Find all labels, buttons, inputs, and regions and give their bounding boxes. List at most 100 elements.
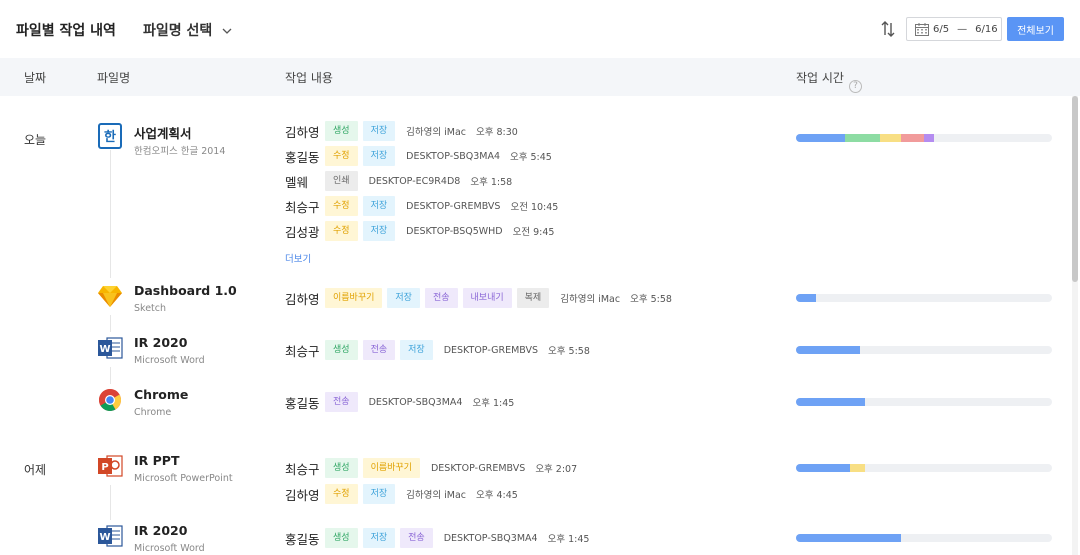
- action-tag: 저장: [362, 121, 396, 141]
- col-time-label: 작업 시간: [796, 71, 844, 85]
- timeline-line: [110, 367, 111, 384]
- activity-row: 멜웨 인쇄 DESKTOP-EC9R4D8 오후 1:58: [285, 171, 512, 191]
- activity-time: 오후 2:07: [535, 464, 578, 475]
- file-app: Microsoft PowerPoint: [134, 473, 233, 484]
- scrollbar-thumb[interactable]: [1072, 96, 1078, 282]
- user-name: 홍길동: [285, 149, 320, 165]
- device-name: DESKTOP-BSQ5WHD: [406, 225, 503, 237]
- action-tag: 전송: [362, 340, 396, 360]
- file-select-dropdown[interactable]: 파일명 선택: [143, 20, 232, 40]
- work-time-segment: [900, 134, 924, 142]
- activity-row: 홍길동 수정 저장 DESKTOP-SBQ3MA4 오후 5:45: [285, 146, 552, 166]
- work-time-bar: [796, 398, 1052, 406]
- timeline-line: [110, 315, 111, 332]
- user-name: 김하영: [285, 291, 320, 307]
- action-tag: 전송: [424, 288, 458, 308]
- user-name: 김하영: [285, 487, 320, 503]
- file-name[interactable]: Dashboard 1.0: [134, 283, 237, 298]
- activity-row: 김성광 수정 저장 DESKTOP-BSQ5WHD 오전 9:45: [285, 221, 554, 241]
- work-time-segment: [796, 534, 901, 542]
- action-tag: 생성: [325, 458, 358, 478]
- action-tag: 수정: [325, 484, 358, 504]
- action-tag: 생성: [325, 528, 358, 548]
- work-time-bar: [796, 534, 1052, 542]
- day-label: 오늘: [24, 133, 47, 147]
- work-time-segment: [849, 464, 866, 472]
- user-name: 김하영: [285, 124, 320, 140]
- page-title: 파일별 작업 내역: [16, 23, 116, 39]
- action-tag: 이름바꾸기: [325, 288, 383, 308]
- view-all-button[interactable]: 전체보기: [1007, 17, 1064, 41]
- user-name: 김성광: [285, 224, 320, 240]
- action-tag: 저장: [400, 340, 433, 360]
- activity-time: 오후 4:45: [476, 490, 518, 501]
- file-name[interactable]: Chrome: [134, 387, 188, 402]
- device-name: 김하영의 iMac: [560, 294, 621, 305]
- file-select-label: 파일명 선택: [143, 23, 213, 39]
- file-name[interactable]: IR PPT: [134, 453, 179, 468]
- action-tag: 인쇄: [325, 171, 358, 191]
- file-app: Microsoft Word: [134, 543, 205, 554]
- sketch-icon: [97, 283, 123, 309]
- activity-time: 오전 9:45: [512, 227, 555, 238]
- more-link[interactable]: 더보기: [285, 251, 311, 265]
- file-app: 한컴오피스 한글 2014: [134, 146, 226, 157]
- device-name: DESKTOP-SBQ3MA4: [368, 396, 463, 408]
- file-app: Sketch: [134, 303, 167, 314]
- device-name: DESKTOP-EC9R4D8: [368, 175, 461, 187]
- help-icon[interactable]: ?: [848, 80, 862, 93]
- activity-row: 김하영 생성 저장 김하영의 iMac 오후 8:30: [285, 121, 518, 141]
- calendar-icon: [915, 22, 929, 36]
- date-range-picker[interactable]: 6/5 — 6/16: [906, 17, 1002, 41]
- col-time: 작업 시간?: [796, 69, 862, 93]
- work-time-bar: [796, 464, 1052, 472]
- device-name: DESKTOP-SBQ3MA4: [406, 150, 501, 162]
- work-time-bar: [796, 294, 1052, 302]
- work-time-segment: [844, 134, 881, 142]
- device-name: 김하영의 iMac: [406, 490, 466, 501]
- word-icon: W: [97, 523, 123, 549]
- col-work: 작업 내용: [285, 71, 333, 85]
- user-name: 최승구: [285, 199, 320, 215]
- activity-row: 홍길동 생성 저장 전송 DESKTOP-SBQ3MA4 오후 1:45: [285, 528, 589, 548]
- user-name: 최승구: [285, 461, 320, 477]
- device-name: DESKTOP-SBQ3MA4: [443, 532, 538, 544]
- file-app: Microsoft Word: [134, 355, 205, 366]
- action-tag: 저장: [362, 528, 396, 548]
- activity-time: 오후 5:45: [510, 152, 552, 163]
- user-name: 최승구: [285, 343, 320, 359]
- action-tag: 이름바꾸기: [362, 458, 420, 478]
- activity-time: 오후 1:45: [472, 398, 515, 409]
- file-name[interactable]: IR 2020: [134, 335, 187, 350]
- activity-row: 홍길동 전송 DESKTOP-SBQ3MA4 오후 1:45: [285, 392, 514, 412]
- action-tag: 저장: [362, 196, 396, 216]
- timeline-line: [110, 150, 111, 278]
- device-name: DESKTOP-GREMBVS: [430, 462, 526, 474]
- activity-time: 오후 5:58: [630, 294, 672, 305]
- activity-row: 최승구 생성 전송 저장 DESKTOP-GREMBVS 오후 5:58: [285, 340, 590, 360]
- date-to: 6/16: [975, 23, 998, 35]
- work-time-segment: [796, 464, 850, 472]
- user-name: 멜웨: [285, 174, 309, 190]
- device-name: DESKTOP-GREMBVS: [443, 344, 539, 356]
- work-time-segment: [796, 134, 845, 142]
- activity-row: 최승구 수정 저장 DESKTOP-GREMBVS 오전 10:45: [285, 196, 558, 216]
- device-name: 김하영의 iMac: [406, 127, 466, 138]
- timeline-line: [110, 485, 111, 520]
- word-icon: W: [97, 335, 123, 361]
- work-time-segment: [796, 398, 866, 406]
- file-name[interactable]: IR 2020: [134, 523, 187, 538]
- top-bar: 파일별 작업 내역 파일명 선택 6/5 — 6/16 전체보기: [0, 0, 1080, 58]
- svg-text:P: P: [101, 462, 108, 473]
- action-tag: 저장: [387, 288, 420, 308]
- file-app: Chrome: [134, 407, 172, 418]
- sort-icon[interactable]: [880, 20, 896, 38]
- activity-time: 오후 5:58: [548, 346, 590, 357]
- svg-text:W: W: [99, 532, 110, 543]
- work-time-bar: [796, 346, 1052, 354]
- work-time-segment: [923, 134, 935, 142]
- activity-time: 오후 8:30: [476, 127, 518, 138]
- activity-time: 오전 10:45: [510, 202, 559, 213]
- date-separator: —: [957, 23, 968, 35]
- file-name[interactable]: 사업계획서: [134, 123, 192, 142]
